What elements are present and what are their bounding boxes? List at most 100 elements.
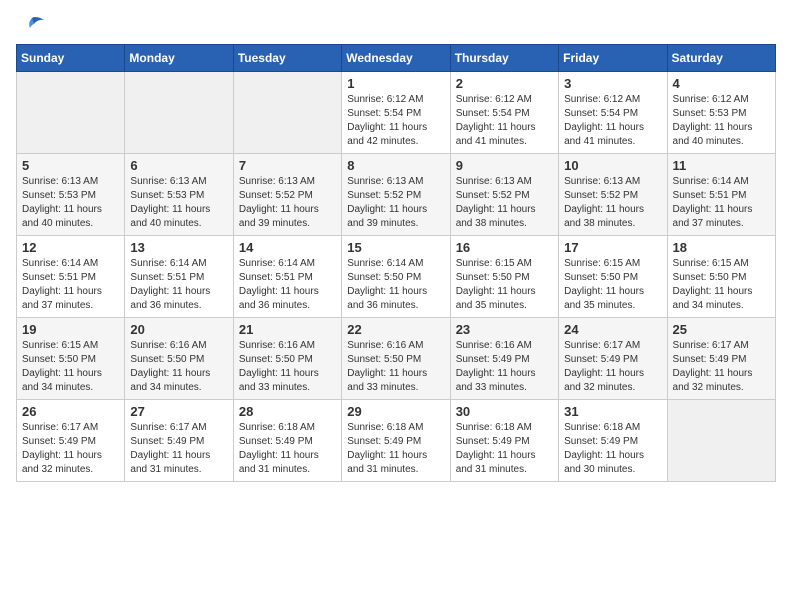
day-number: 12 xyxy=(22,240,119,255)
day-info: Sunrise: 6:12 AM Sunset: 5:54 PM Dayligh… xyxy=(347,93,444,149)
day-info: Sunrise: 6:13 AM Sunset: 5:52 PM Dayligh… xyxy=(347,175,444,231)
day-info: Sunrise: 6:14 AM Sunset: 5:51 PM Dayligh… xyxy=(673,175,770,231)
day-number: 10 xyxy=(564,158,661,173)
day-number: 18 xyxy=(673,240,770,255)
day-number: 1 xyxy=(347,76,444,91)
day-cell: 7 Sunrise: 6:13 AM Sunset: 5:52 PM Daylig… xyxy=(233,154,341,236)
day-number: 13 xyxy=(130,240,227,255)
day-info: Sunrise: 6:16 AM Sunset: 5:50 PM Dayligh… xyxy=(347,339,444,395)
day-cell: 30 Sunrise: 6:18 AM Sunset: 5:49 PM Dayli… xyxy=(450,400,558,482)
day-info: Sunrise: 6:18 AM Sunset: 5:49 PM Dayligh… xyxy=(564,421,661,477)
day-cell: 10 Sunrise: 6:13 AM Sunset: 5:52 PM Dayli… xyxy=(559,154,667,236)
day-cell: 31 Sunrise: 6:18 AM Sunset: 5:49 PM Dayli… xyxy=(559,400,667,482)
day-info: Sunrise: 6:18 AM Sunset: 5:49 PM Dayligh… xyxy=(456,421,553,477)
day-info: Sunrise: 6:13 AM Sunset: 5:53 PM Dayligh… xyxy=(22,175,119,231)
day-info: Sunrise: 6:17 AM Sunset: 5:49 PM Dayligh… xyxy=(22,421,119,477)
day-number: 20 xyxy=(130,322,227,337)
day-number: 19 xyxy=(22,322,119,337)
day-cell: 3Sunrise: 6:12 AM Sunset: 5:54 PM Daylig… xyxy=(559,72,667,154)
header-day-saturday: Saturday xyxy=(667,45,775,72)
day-cell: 13 Sunrise: 6:14 AM Sunset: 5:51 PM Dayli… xyxy=(125,236,233,318)
day-info: Sunrise: 6:16 AM Sunset: 5:49 PM Dayligh… xyxy=(456,339,553,395)
day-info: Sunrise: 6:14 AM Sunset: 5:51 PM Dayligh… xyxy=(130,257,227,313)
day-info: Sunrise: 6:14 AM Sunset: 5:51 PM Dayligh… xyxy=(239,257,336,313)
header-day-monday: Monday xyxy=(125,45,233,72)
day-cell: 9Sunrise: 6:13 AM Sunset: 5:52 PM Daylig… xyxy=(450,154,558,236)
day-info: Sunrise: 6:14 AM Sunset: 5:51 PM Dayligh… xyxy=(22,257,119,313)
day-info: Sunrise: 6:15 AM Sunset: 5:50 PM Dayligh… xyxy=(673,257,770,313)
page-header xyxy=(16,16,776,32)
day-cell: 1 Sunrise: 6:12 AM Sunset: 5:54 PM Daylig… xyxy=(342,72,450,154)
day-number: 8 xyxy=(347,158,444,173)
day-number: 17 xyxy=(564,240,661,255)
day-info: Sunrise: 6:17 AM Sunset: 5:49 PM Dayligh… xyxy=(564,339,661,395)
day-info: Sunrise: 6:13 AM Sunset: 5:52 PM Dayligh… xyxy=(239,175,336,231)
day-info: Sunrise: 6:17 AM Sunset: 5:49 PM Dayligh… xyxy=(673,339,770,395)
day-cell: 19 Sunrise: 6:15 AM Sunset: 5:50 PM Dayli… xyxy=(17,318,125,400)
day-number: 23 xyxy=(456,322,553,337)
day-number: 11 xyxy=(673,158,770,173)
day-cell: 18 Sunrise: 6:15 AM Sunset: 5:50 PM Dayli… xyxy=(667,236,775,318)
day-number: 7 xyxy=(239,158,336,173)
day-info: Sunrise: 6:12 AM Sunset: 5:53 PM Dayligh… xyxy=(673,93,770,149)
logo-bird-icon xyxy=(18,16,46,36)
day-cell: 22Sunrise: 6:16 AM Sunset: 5:50 PM Dayli… xyxy=(342,318,450,400)
day-cell: 6 Sunrise: 6:13 AM Sunset: 5:53 PM Daylig… xyxy=(125,154,233,236)
day-cell xyxy=(17,72,125,154)
header-day-wednesday: Wednesday xyxy=(342,45,450,72)
day-cell: 20 Sunrise: 6:16 AM Sunset: 5:50 PM Dayli… xyxy=(125,318,233,400)
day-number: 28 xyxy=(239,404,336,419)
day-info: Sunrise: 6:15 AM Sunset: 5:50 PM Dayligh… xyxy=(22,339,119,395)
day-cell: 25Sunrise: 6:17 AM Sunset: 5:49 PM Dayli… xyxy=(667,318,775,400)
day-info: Sunrise: 6:18 AM Sunset: 5:49 PM Dayligh… xyxy=(239,421,336,477)
header-day-thursday: Thursday xyxy=(450,45,558,72)
week-row-4: 19 Sunrise: 6:15 AM Sunset: 5:50 PM Dayli… xyxy=(17,318,776,400)
week-row-1: 1 Sunrise: 6:12 AM Sunset: 5:54 PM Daylig… xyxy=(17,72,776,154)
day-number: 24 xyxy=(564,322,661,337)
day-info: Sunrise: 6:15 AM Sunset: 5:50 PM Dayligh… xyxy=(564,257,661,313)
day-number: 30 xyxy=(456,404,553,419)
day-cell xyxy=(125,72,233,154)
day-info: Sunrise: 6:13 AM Sunset: 5:52 PM Dayligh… xyxy=(564,175,661,231)
header-day-friday: Friday xyxy=(559,45,667,72)
day-cell: 29 Sunrise: 6:18 AM Sunset: 5:49 PM Dayli… xyxy=(342,400,450,482)
day-info: Sunrise: 6:18 AM Sunset: 5:49 PM Dayligh… xyxy=(347,421,444,477)
day-info: Sunrise: 6:12 AM Sunset: 5:54 PM Dayligh… xyxy=(564,93,661,149)
day-number: 29 xyxy=(347,404,444,419)
header-row: SundayMondayTuesdayWednesdayThursdayFrid… xyxy=(17,45,776,72)
day-cell: 26 Sunrise: 6:17 AM Sunset: 5:49 PM Dayli… xyxy=(17,400,125,482)
day-number: 2 xyxy=(456,76,553,91)
week-row-2: 5 Sunrise: 6:13 AM Sunset: 5:53 PM Daylig… xyxy=(17,154,776,236)
day-cell: 8 Sunrise: 6:13 AM Sunset: 5:52 PM Daylig… xyxy=(342,154,450,236)
day-number: 16 xyxy=(456,240,553,255)
day-cell: 15 Sunrise: 6:14 AM Sunset: 5:50 PM Dayli… xyxy=(342,236,450,318)
day-cell: 27 Sunrise: 6:17 AM Sunset: 5:49 PM Dayli… xyxy=(125,400,233,482)
day-number: 15 xyxy=(347,240,444,255)
day-cell: 21 Sunrise: 6:16 AM Sunset: 5:50 PM Dayli… xyxy=(233,318,341,400)
calendar-table: SundayMondayTuesdayWednesdayThursdayFrid… xyxy=(16,44,776,482)
day-cell: 12 Sunrise: 6:14 AM Sunset: 5:51 PM Dayli… xyxy=(17,236,125,318)
day-cell: 28 Sunrise: 6:18 AM Sunset: 5:49 PM Dayli… xyxy=(233,400,341,482)
day-number: 21 xyxy=(239,322,336,337)
day-cell: 16Sunrise: 6:15 AM Sunset: 5:50 PM Dayli… xyxy=(450,236,558,318)
header-day-tuesday: Tuesday xyxy=(233,45,341,72)
day-number: 31 xyxy=(564,404,661,419)
day-cell xyxy=(233,72,341,154)
day-info: Sunrise: 6:13 AM Sunset: 5:53 PM Dayligh… xyxy=(130,175,227,231)
day-info: Sunrise: 6:16 AM Sunset: 5:50 PM Dayligh… xyxy=(239,339,336,395)
day-info: Sunrise: 6:14 AM Sunset: 5:50 PM Dayligh… xyxy=(347,257,444,313)
week-row-3: 12 Sunrise: 6:14 AM Sunset: 5:51 PM Dayli… xyxy=(17,236,776,318)
day-number: 5 xyxy=(22,158,119,173)
day-cell: 24 Sunrise: 6:17 AM Sunset: 5:49 PM Dayli… xyxy=(559,318,667,400)
day-number: 27 xyxy=(130,404,227,419)
day-number: 14 xyxy=(239,240,336,255)
day-cell: 23 Sunrise: 6:16 AM Sunset: 5:49 PM Dayli… xyxy=(450,318,558,400)
day-number: 26 xyxy=(22,404,119,419)
day-info: Sunrise: 6:17 AM Sunset: 5:49 PM Dayligh… xyxy=(130,421,227,477)
day-cell: 2Sunrise: 6:12 AM Sunset: 5:54 PM Daylig… xyxy=(450,72,558,154)
day-info: Sunrise: 6:16 AM Sunset: 5:50 PM Dayligh… xyxy=(130,339,227,395)
day-number: 4 xyxy=(673,76,770,91)
day-cell: 5 Sunrise: 6:13 AM Sunset: 5:53 PM Daylig… xyxy=(17,154,125,236)
day-cell: 17 Sunrise: 6:15 AM Sunset: 5:50 PM Dayli… xyxy=(559,236,667,318)
day-number: 6 xyxy=(130,158,227,173)
